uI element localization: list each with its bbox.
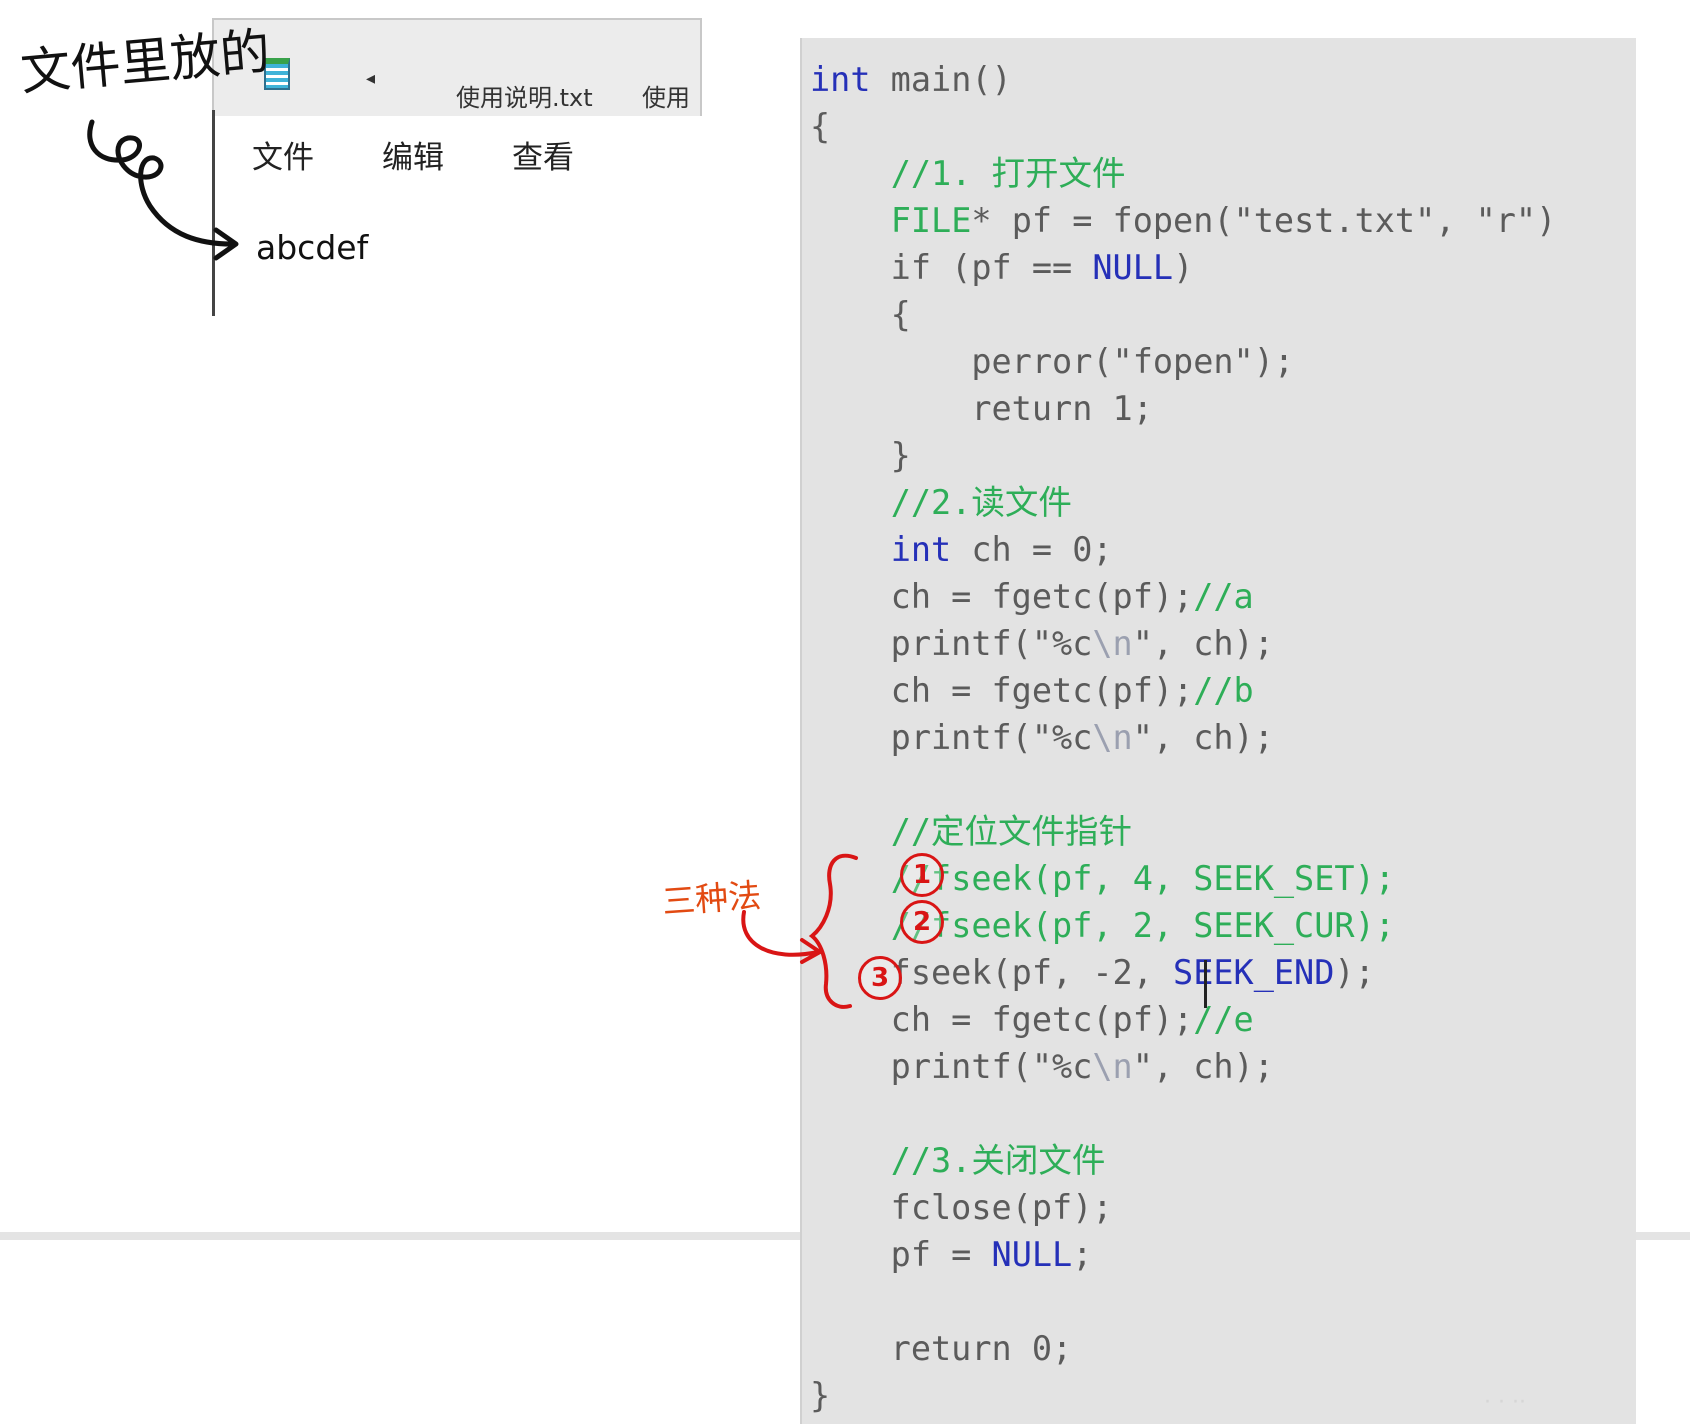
marker-2: 2	[900, 900, 944, 944]
watermark: · · ··	[1484, 1390, 1526, 1415]
text-cursor	[1204, 960, 1207, 1008]
marker-3: 3	[858, 956, 902, 1000]
annotation-brace-icon	[741, 853, 858, 1009]
marker-1: 1	[900, 853, 944, 897]
